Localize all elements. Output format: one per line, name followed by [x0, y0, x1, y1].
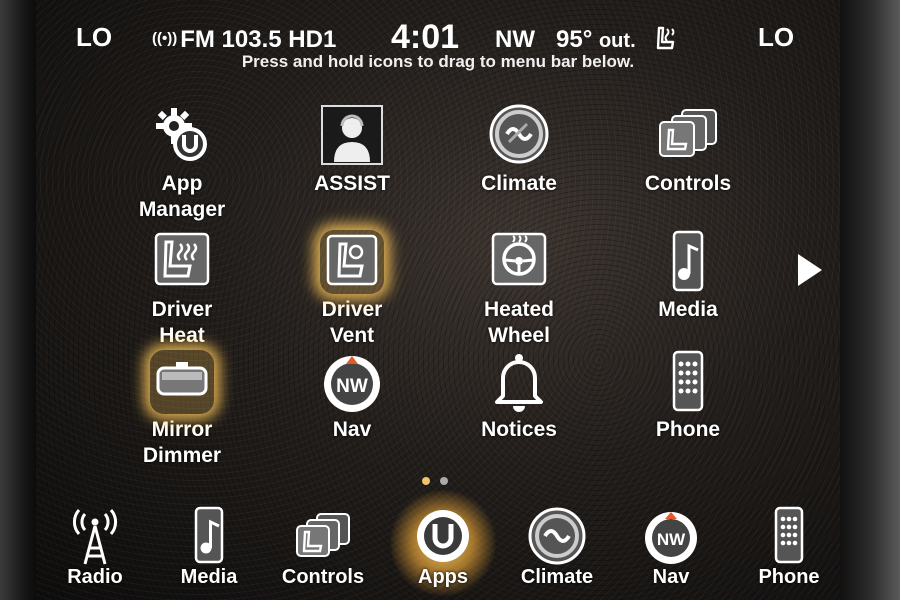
menu-apps-label: Apps: [418, 566, 468, 588]
page-dot-2[interactable]: [440, 477, 448, 485]
drag-hint-text: Press and hold icons to drag to menu bar…: [241, 52, 635, 71]
page-dot-1[interactable]: [422, 477, 430, 485]
controls-icon: [293, 506, 353, 566]
mirror-dimmer-label-2: Dimmer: [142, 444, 222, 467]
heated-wheel-icon: [487, 230, 551, 294]
driver-temp-setting[interactable]: LO: [76, 22, 112, 53]
menu-climate-button[interactable]: Climate: [502, 506, 612, 589]
screen-bezel-left: [0, 0, 36, 600]
app-manager-label-1: App: [161, 172, 203, 195]
heated-wheel-label-1: Heated: [483, 298, 555, 321]
page-indicator: [422, 472, 458, 490]
phone-button[interactable]: Phone: [618, 350, 758, 444]
driver-vent-label-1: Driver: [321, 298, 383, 321]
assist-person-icon: [320, 104, 384, 168]
menu-controls-button[interactable]: Controls: [268, 506, 378, 589]
app-manager-button[interactable]: App Manager: [112, 104, 252, 224]
app-manager-label-2: Manager: [138, 198, 226, 221]
notices-button[interactable]: Notices: [449, 350, 589, 444]
nav-compass-icon: NW: [320, 350, 384, 414]
svg-text:NW: NW: [336, 376, 368, 397]
compass-heading: NW: [495, 26, 535, 53]
broadcast-icon: ((•)): [152, 30, 178, 47]
driver-heat-button[interactable]: Driver Heat: [112, 230, 252, 350]
outside-temperature: 95° out.: [556, 26, 636, 54]
heated-seat-icon: [150, 230, 214, 294]
mirror-dimmer-label-1: Mirror: [151, 418, 213, 441]
apps-icon: [413, 506, 473, 566]
menu-radio-label: Radio: [67, 566, 123, 588]
driver-heat-label-2: Heat: [159, 324, 205, 347]
menu-radio-button[interactable]: Radio: [40, 506, 150, 589]
controls-button[interactable]: Controls: [618, 104, 758, 198]
phone-icon: [656, 350, 720, 414]
climate-button[interactable]: Climate: [449, 104, 589, 198]
driver-vent-label-2: Vent: [329, 324, 375, 347]
climate-label: Climate: [481, 172, 557, 195]
menu-media-label: Media: [180, 566, 238, 588]
menu-climate-label: Climate: [520, 566, 594, 588]
outside-temp-value: 95°: [556, 26, 593, 53]
menu-nav-label: Nav: [652, 566, 690, 588]
media-icon: [179, 506, 239, 566]
phone-label: Phone: [655, 418, 721, 441]
mirror-icon: [150, 350, 214, 414]
controls-icon: [656, 104, 720, 168]
media-button[interactable]: Media: [618, 230, 758, 324]
heated-seat-status-icon[interactable]: [650, 24, 680, 54]
radio-tower-icon: [65, 506, 125, 566]
nav-label: Nav: [332, 418, 372, 441]
media-icon: [656, 230, 720, 294]
vented-seat-icon: [320, 230, 384, 294]
phone-icon: [759, 506, 819, 566]
radio-station-indicator[interactable]: ((•)) FM 103.5 HD1: [152, 26, 336, 54]
screen-bezel-right: [840, 0, 900, 600]
svg-text:NW: NW: [657, 530, 686, 549]
heated-wheel-label-2: Wheel: [488, 324, 550, 347]
menu-nav-button[interactable]: NW Nav: [616, 506, 726, 589]
menu-media-button[interactable]: Media: [154, 506, 264, 589]
status-bar: LO ((•)) FM 103.5 HD1 4:01 NW 95° out. LO: [36, 10, 840, 56]
notices-label: Notices: [481, 418, 557, 441]
menu-phone-label: Phone: [758, 566, 820, 588]
nav-button[interactable]: NW Nav: [282, 350, 422, 444]
gear-u-icon: [150, 104, 214, 168]
assist-button[interactable]: ASSIST: [282, 104, 422, 198]
menu-apps-button[interactable]: Apps: [388, 506, 498, 589]
passenger-temp-setting[interactable]: LO: [758, 22, 794, 53]
climate-icon: [487, 104, 551, 168]
driver-vent-button[interactable]: Driver Vent: [282, 230, 422, 350]
assist-label: ASSIST: [314, 172, 390, 195]
media-label: Media: [658, 298, 718, 321]
climate-icon: [527, 506, 587, 566]
next-page-arrow[interactable]: [798, 254, 822, 286]
driver-heat-label-1: Driver: [151, 298, 213, 321]
nav-compass-icon: NW: [641, 506, 701, 566]
bell-icon: [487, 350, 551, 414]
controls-label: Controls: [644, 172, 732, 195]
mirror-dimmer-button[interactable]: Mirror Dimmer: [112, 350, 252, 470]
outside-temp-unit: out.: [598, 30, 636, 52]
heated-wheel-button[interactable]: Heated Wheel: [449, 230, 589, 350]
menu-phone-button[interactable]: Phone: [734, 506, 840, 589]
menu-controls-label: Controls: [281, 566, 365, 588]
infotainment-screen: LO ((•)) FM 103.5 HD1 4:01 NW 95° out. LO…: [36, 0, 840, 600]
radio-station-label: FM 103.5 HD1: [180, 26, 337, 53]
